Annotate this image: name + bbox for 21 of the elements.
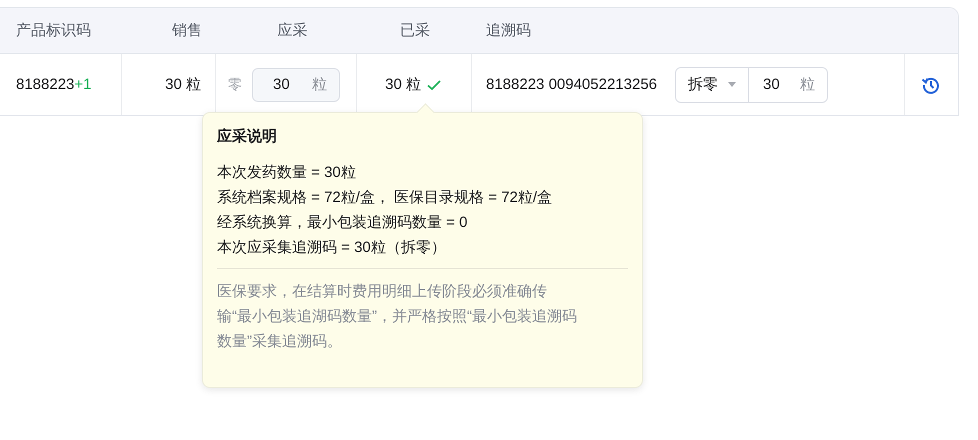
tooltip-note: 医保要求，在结算时费用明细上传阶段必须准确传输“最小包装追湖码数量”，并严格按照“最小包装追溯码数量”采集追溯码。: [217, 282, 577, 352]
collected-quantity: 30 粒: [385, 75, 421, 94]
quantity-input[interactable]: 30 粒: [252, 68, 340, 102]
product-code: 8188223: [16, 76, 74, 93]
tooltip-line: 本次应采集追溯码 = 30粒（拆零）: [217, 238, 447, 258]
column-header: 销售: [171, 21, 203, 40]
column-header: 产品标识码: [15, 21, 92, 40]
column-header: 已采: [399, 21, 431, 40]
column-header: 应采: [276, 21, 308, 40]
unit-prefix: 零: [228, 76, 242, 94]
extra-count: +1: [74, 76, 92, 93]
sales-quantity: 30 粒: [165, 75, 201, 94]
column-header: 追溯码: [485, 21, 532, 40]
tooltip-line: 经系统换算，最小包装追溯码数量 = 0: [217, 213, 468, 233]
tooltip-line: 本次发药数量 = 30粒: [217, 163, 357, 183]
caret-icon: [728, 82, 736, 87]
trace-code: 8188223 0094052213256: [486, 76, 658, 93]
tooltip-line: 系统档案规格 = 72粒/盒， 医保目录规格 = 72粒/盒: [217, 188, 554, 208]
tooltip-title: 应采说明: [217, 127, 278, 146]
quantity-input[interactable]: 30 粒: [749, 75, 828, 94]
split-dropdown[interactable]: 拆零: [676, 68, 750, 102]
